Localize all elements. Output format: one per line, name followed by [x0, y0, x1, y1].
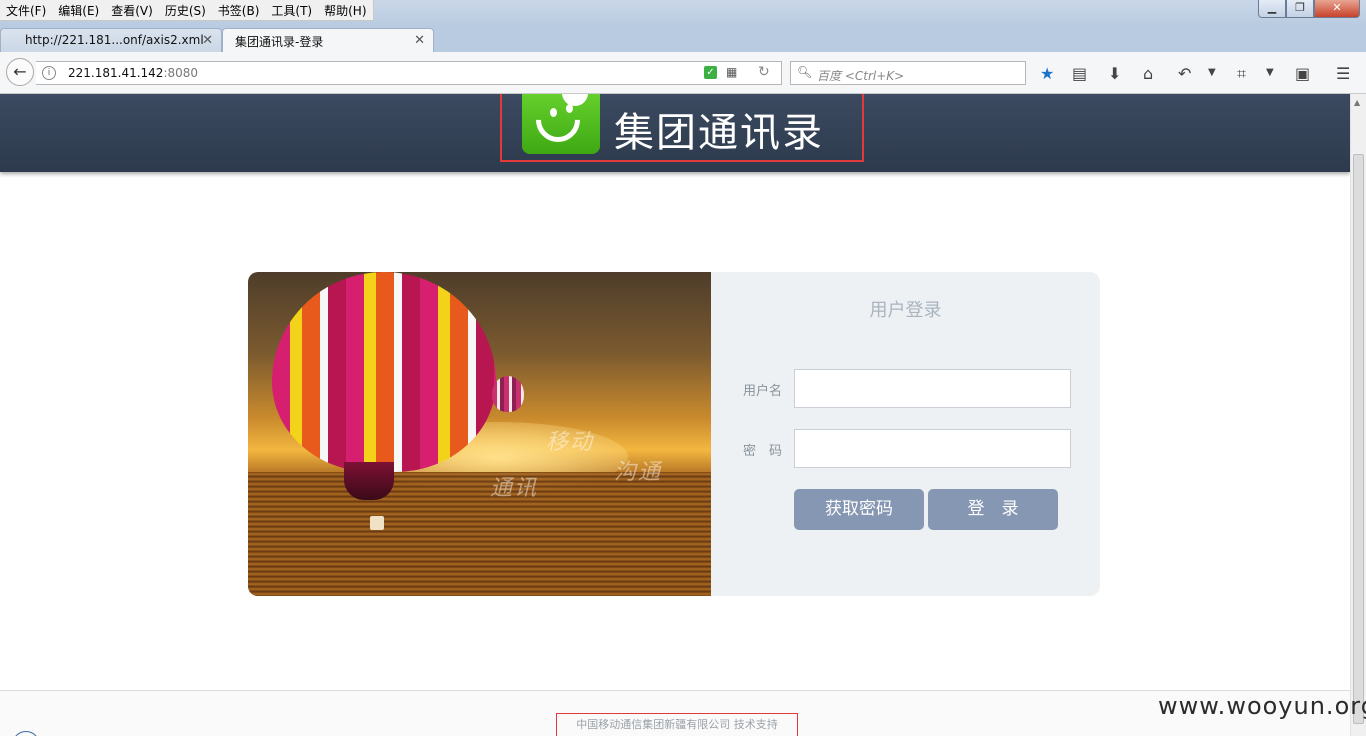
- tab-login[interactable]: 集团通讯录-登录 ✕: [222, 28, 434, 52]
- hot-air-balloon: [272, 272, 496, 472]
- qrcode-icon[interactable]: ▦: [726, 65, 739, 79]
- search-input[interactable]: 🔍︎ 百度 <Ctrl+K>: [790, 61, 1026, 85]
- screenshot-icon[interactable]: ▣: [1295, 64, 1310, 83]
- shield-icon[interactable]: ✓: [704, 66, 717, 79]
- window-controls: ▁ ❐ ✕: [1258, 0, 1360, 18]
- search-placeholder: 百度 <Ctrl+K>: [817, 69, 905, 83]
- password-input[interactable]: [794, 429, 1071, 468]
- close-icon[interactable]: ✕: [202, 33, 213, 48]
- username-input[interactable]: [794, 369, 1071, 408]
- scroll-up-icon[interactable]: ▲: [1354, 98, 1360, 107]
- star-icon[interactable]: ★: [1040, 64, 1054, 83]
- window-titlebar: 文件(F) 编辑(E) 查看(V) 历史(S) 书签(B) 工具(T) 帮助(H…: [0, 0, 1366, 26]
- tab-title: http://221.181...onf/axis2.xml: [25, 33, 204, 47]
- password-label: 密 码: [743, 444, 783, 459]
- back-arrow-icon[interactable]: ←: [6, 58, 34, 86]
- watermark: www.wooyun.org: [1158, 692, 1366, 720]
- home-icon[interactable]: ⌂: [1143, 64, 1153, 83]
- menu-view[interactable]: 查看(V): [105, 0, 159, 20]
- reader-icon[interactable]: ▤: [1072, 64, 1087, 83]
- page-footer: 中国移动通信集团新疆有限公司 技术支持: [0, 690, 1350, 736]
- hero-word: 通讯: [490, 476, 539, 501]
- maximize-button[interactable]: ❐: [1286, 0, 1314, 18]
- login-button[interactable]: 登 录: [928, 489, 1058, 530]
- reload-icon[interactable]: ↻: [758, 64, 770, 80]
- footer-logo: [12, 731, 40, 736]
- hero-word: 沟通: [614, 460, 663, 485]
- navigation-bar: ← i 221.181.41.142:8080 ✓ ▦ ↻ 🔍︎ 百度 <Ctr…: [0, 52, 1366, 94]
- info-icon[interactable]: i: [42, 66, 56, 80]
- url-host: 221.181.41.142: [68, 66, 164, 80]
- url-text: 221.181.41.142:8080: [68, 66, 198, 80]
- menu-file[interactable]: 文件(F): [0, 0, 52, 20]
- hamburger-icon[interactable]: ☰: [1336, 64, 1350, 83]
- page-viewport: 集团通讯录 移动 沟通 通讯 用户登录 用户名 密 码 获取密码 登 录 中国移…: [0, 94, 1350, 736]
- tab-title: 集团通讯录-登录: [235, 35, 324, 49]
- menu-help[interactable]: 帮助(H): [318, 0, 372, 20]
- close-icon[interactable]: ✕: [414, 33, 425, 48]
- balloon-skirt: [344, 462, 394, 500]
- menu-tools[interactable]: 工具(T): [265, 0, 318, 20]
- footer-text: 中国移动通信集团新疆有限公司 技术支持: [556, 713, 798, 736]
- login-title: 用户登录: [869, 300, 942, 321]
- balloon-basket: [370, 516, 384, 530]
- chevron-down-icon[interactable]: ▼: [1266, 67, 1274, 78]
- menu-edit[interactable]: 编辑(E): [52, 0, 105, 20]
- close-window-button[interactable]: ✕: [1314, 0, 1360, 18]
- menu-bookmarks[interactable]: 书签(B): [212, 0, 266, 20]
- username-label: 用户名: [743, 384, 783, 399]
- sea: [248, 472, 711, 596]
- minimize-button[interactable]: ▁: [1258, 0, 1286, 18]
- vertical-scrollbar[interactable]: ▲: [1350, 94, 1366, 736]
- small-balloon: [492, 376, 524, 412]
- tab-axis2[interactable]: http://221.181...onf/axis2.xml ✕: [0, 28, 222, 52]
- get-password-button[interactable]: 获取密码: [794, 489, 924, 530]
- crop-icon[interactable]: ⌗: [1237, 64, 1246, 84]
- download-icon[interactable]: ⬇: [1108, 64, 1121, 83]
- scroll-thumb[interactable]: [1353, 154, 1364, 724]
- highlight-box: [500, 94, 864, 162]
- address-bar[interactable]: i 221.181.41.142:8080 ✓ ▦ ↻: [36, 61, 782, 85]
- undo-icon[interactable]: ↶: [1178, 64, 1191, 83]
- menu-history[interactable]: 历史(S): [159, 0, 212, 20]
- menu-bar: 文件(F) 编辑(E) 查看(V) 历史(S) 书签(B) 工具(T) 帮助(H…: [0, 0, 374, 21]
- search-icon: 🔍︎: [797, 65, 813, 79]
- url-port: :8080: [163, 66, 199, 80]
- tab-strip: http://221.181...onf/axis2.xml ✕ 集团通讯录-登…: [0, 26, 1366, 75]
- hero-word: 移动: [546, 430, 595, 455]
- login-panel: 用户登录 用户名 密 码 获取密码 登 录: [711, 272, 1100, 596]
- chevron-down-icon[interactable]: ▼: [1208, 67, 1216, 78]
- login-card: 移动 沟通 通讯 用户登录 用户名 密 码 获取密码 登 录: [248, 272, 1100, 596]
- hero-image: 移动 沟通 通讯: [248, 272, 711, 596]
